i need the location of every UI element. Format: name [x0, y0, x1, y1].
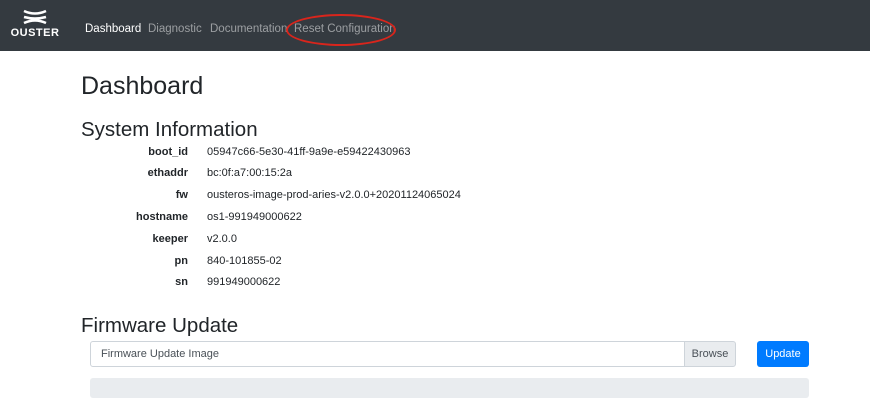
- info-key: ethaddr: [147, 167, 188, 179]
- browse-button[interactable]: Browse: [684, 341, 736, 367]
- page-title: Dashboard: [81, 72, 204, 100]
- info-key: fw: [175, 189, 188, 201]
- info-row-keeper: keeper v2.0.0: [0, 233, 870, 253]
- ouster-logo-icon: [23, 9, 47, 25]
- nav-reset-configuration[interactable]: Reset Configuration: [294, 23, 396, 35]
- nav-diagnostic[interactable]: Diagnostic: [148, 23, 202, 35]
- info-row-fw: fw ousteros-image-prod-aries-v2.0.0+2020…: [0, 189, 870, 209]
- info-value: bc:0f:a7:00:15:2a: [207, 167, 293, 179]
- info-key: keeper: [152, 233, 188, 245]
- info-key: hostname: [136, 211, 188, 223]
- info-row-boot-id: boot_id 05947c66-5e30-41ff-9a9e-e5942243…: [0, 146, 870, 166]
- firmware-progress-panel: [90, 378, 809, 398]
- ouster-logo[interactable]: OUSTER: [8, 9, 62, 43]
- info-row-sn: sn 991949000622: [0, 276, 870, 296]
- info-value: 840-101855-02: [207, 255, 282, 267]
- nav-dashboard[interactable]: Dashboard: [85, 23, 141, 35]
- info-key: pn: [174, 255, 188, 267]
- system-info-heading: System Information: [81, 118, 258, 141]
- top-navbar: OUSTER Dashboard Diagnostic Documentatio…: [0, 0, 870, 51]
- nav-documentation[interactable]: Documentation: [210, 23, 287, 35]
- firmware-update-heading: Firmware Update: [81, 314, 239, 337]
- info-row-ethaddr: ethaddr bc:0f:a7:00:15:2a: [0, 167, 870, 187]
- info-row-hostname: hostname os1-991949000622: [0, 211, 870, 231]
- info-row-pn: pn 840-101855-02: [0, 255, 870, 275]
- info-value: 991949000622: [207, 276, 281, 288]
- info-key: boot_id: [148, 146, 188, 158]
- info-key: sn: [175, 276, 188, 288]
- info-value: os1-991949000622: [207, 211, 302, 223]
- update-button[interactable]: Update: [757, 341, 809, 367]
- brand-name: OUSTER: [10, 27, 60, 39]
- info-value: 05947c66-5e30-41ff-9a9e-e59422430963: [207, 146, 411, 158]
- info-value: v2.0.0: [207, 233, 237, 245]
- info-value: ousteros-image-prod-aries-v2.0.0+2020112…: [207, 189, 461, 201]
- firmware-file-input[interactable]: Firmware Update Image: [90, 341, 685, 367]
